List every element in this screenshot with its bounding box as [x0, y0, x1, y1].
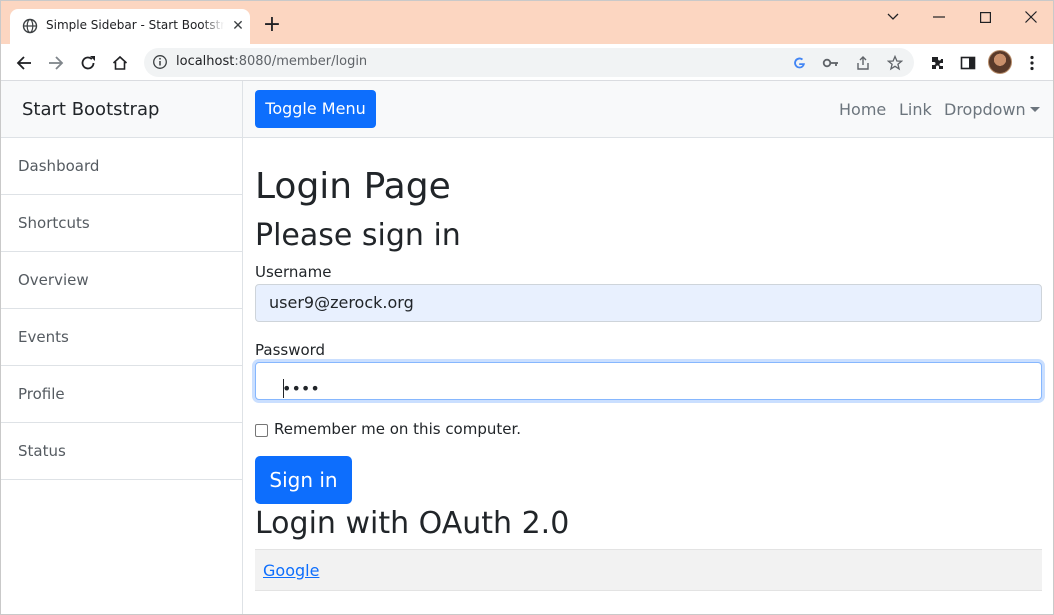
page-viewport: Start Bootstrap Dashboard Shortcuts Over…	[1, 81, 1053, 614]
tab-title: Simple Sidebar - Start Bootstrap Templat…	[46, 18, 224, 36]
caret-down-icon	[1029, 107, 1040, 112]
tab-strip: Simple Sidebar - Start Bootstrap Templat…	[1, 1, 1053, 44]
maximize-icon[interactable]	[962, 1, 1008, 33]
google-login-link[interactable]: Google	[263, 561, 319, 580]
side-panel-icon[interactable]	[954, 49, 982, 77]
nav-dropdown[interactable]: Dropdown	[944, 100, 1040, 119]
bookmark-star-icon[interactable]	[885, 53, 905, 73]
kebab-menu-icon[interactable]	[1018, 49, 1046, 77]
key-icon[interactable]	[821, 53, 841, 73]
site-info-icon[interactable]	[152, 54, 168, 70]
new-tab-button[interactable]: +	[260, 14, 284, 38]
close-window-icon[interactable]	[1008, 1, 1053, 33]
reload-icon[interactable]	[74, 49, 102, 77]
browser-toolbar: localhost:8080/member/login	[1, 44, 1053, 81]
sidebar-item-label: Shortcuts	[18, 214, 90, 232]
forward-arrow-icon[interactable]	[42, 49, 70, 77]
url-text: localhost:8080/member/login	[176, 54, 368, 69]
sidebar-item-dashboard[interactable]: Dashboard	[1, 138, 242, 195]
sign-in-button[interactable]: Sign in	[255, 456, 352, 504]
username-input[interactable]: user9@zerock.org	[255, 284, 1042, 322]
google-translate-icon[interactable]	[789, 53, 809, 73]
minimize-icon[interactable]	[916, 1, 962, 33]
globe-icon	[22, 18, 38, 34]
nav-link-home[interactable]: Home	[839, 100, 886, 119]
home-icon[interactable]	[106, 49, 134, 77]
browser-tab[interactable]: Simple Sidebar - Start Bootstrap Templat…	[10, 9, 250, 44]
tab-search-icon[interactable]	[870, 1, 916, 33]
page-subtitle: Please sign in	[255, 218, 461, 253]
sidebar-item-label: Status	[18, 442, 66, 460]
sidebar-item-label: Profile	[18, 385, 65, 403]
back-arrow-icon[interactable]	[10, 49, 38, 77]
sidebar-item-overview[interactable]: Overview	[1, 252, 242, 309]
text-cursor	[283, 379, 284, 398]
extensions-icon[interactable]	[923, 49, 951, 77]
brand-title: Start Bootstrap	[22, 99, 160, 120]
remember-me-label: Remember me on this computer.	[274, 420, 522, 438]
address-bar[interactable]: localhost:8080/member/login	[144, 48, 914, 77]
username-value: user9@zerock.org	[269, 293, 414, 312]
password-input[interactable]: ••••	[255, 362, 1042, 400]
sidebar-item-profile[interactable]: Profile	[1, 366, 242, 423]
page-title: Login Page	[255, 166, 451, 207]
username-label: Username	[255, 263, 332, 281]
nav-link-link[interactable]: Link	[899, 100, 932, 119]
remember-me-checkbox[interactable]	[255, 424, 268, 437]
sidebar-item-status[interactable]: Status	[1, 423, 242, 480]
oauth-providers: Google	[255, 549, 1042, 591]
sidebar-item-shortcuts[interactable]: Shortcuts	[1, 195, 242, 252]
tab-close-icon[interactable]: ✕	[230, 18, 246, 34]
share-icon[interactable]	[853, 53, 873, 73]
sidebar-item-label: Overview	[18, 271, 89, 289]
password-label: Password	[255, 341, 326, 359]
nav-dropdown-label: Dropdown	[944, 100, 1026, 119]
sidebar-item-label: Events	[18, 328, 69, 346]
top-navbar: Toggle Menu Home Link Dropdown	[243, 81, 1053, 138]
sidebar: Start Bootstrap Dashboard Shortcuts Over…	[1, 81, 243, 614]
sidebar-item-events[interactable]: Events	[1, 309, 242, 366]
sidebar-item-label: Dashboard	[18, 157, 100, 175]
browser-window: Simple Sidebar - Start Bootstrap Templat…	[0, 0, 1054, 615]
sidebar-heading: Start Bootstrap	[1, 81, 242, 138]
toggle-menu-button[interactable]: Toggle Menu	[255, 90, 376, 128]
oauth-heading: Login with OAuth 2.0	[255, 506, 570, 541]
profile-avatar[interactable]	[988, 50, 1012, 74]
